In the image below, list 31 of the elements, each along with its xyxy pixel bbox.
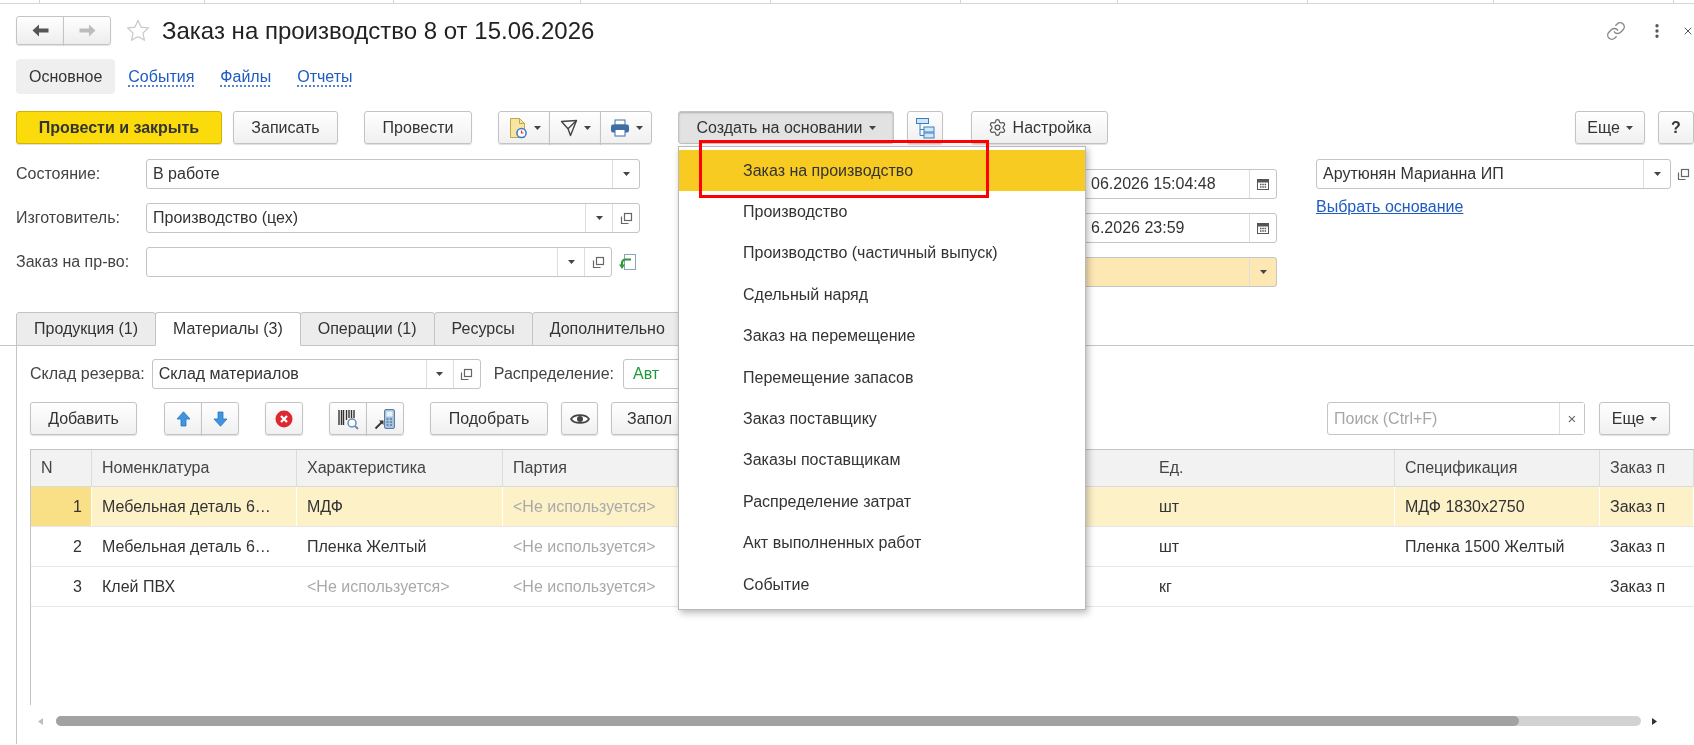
field-label: Заказ на пр-во: <box>16 253 131 271</box>
table-cell-text: Мебельная деталь 6… <box>101 536 272 557</box>
table-cell-text: Пленка 1500 Желтый <box>1404 536 1566 557</box>
table-cell-text: Пленка Желтый <box>306 536 428 557</box>
field-label: Распределение: <box>493 365 614 383</box>
table-cell-text: <Не используется> <box>306 576 451 597</box>
table-cell-text: 3 <box>72 576 83 597</box>
column-header: N <box>31 450 92 486</box>
table-cell: 1 <box>31 487 92 526</box>
column-header: Ед. <box>1149 450 1395 486</box>
table-cell-text: <Не используется> <box>512 576 657 597</box>
table-cell: МДФ 1830x2750 <box>1395 487 1600 526</box>
table-cell-text: Заказ п <box>1609 536 1667 557</box>
table-cell-text: шт <box>1158 536 1181 557</box>
column-header: Характеристика <box>297 450 503 486</box>
column-header: Спецификация <box>1395 450 1600 486</box>
table-cell: шт <box>1149 487 1395 526</box>
table-cell-text: 2 <box>72 536 83 557</box>
field-label: Склад резерва: <box>30 365 145 383</box>
field-label: Изготовитель: <box>16 209 121 227</box>
window-title: Заказ на производство 8 от 15.06.2026 <box>162 16 595 45</box>
table-cell: МДФ <box>297 487 503 526</box>
table-cell-text: <Не используется> <box>512 536 657 557</box>
table-cell: Заказ п <box>1600 487 1694 526</box>
table-cell: Мебельная деталь 6… <box>92 487 297 526</box>
table-cell-text: Заказ п <box>1609 576 1667 597</box>
table-cell-text: Клей ПВХ <box>101 576 177 597</box>
column-header: Заказ п <box>1600 450 1694 486</box>
field-label: Состояние: <box>16 165 102 183</box>
table-cell-text: кг <box>1158 576 1173 597</box>
column-header: Номенклатура <box>92 450 297 486</box>
